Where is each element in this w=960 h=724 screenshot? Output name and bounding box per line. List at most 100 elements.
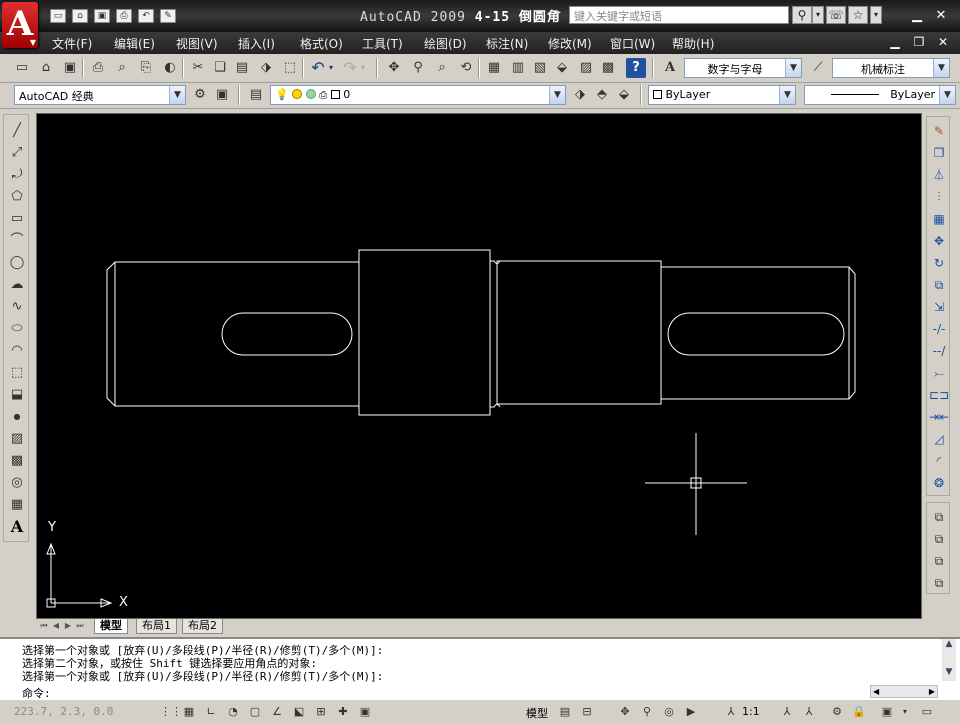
qnew-icon[interactable]: ▭ xyxy=(12,58,32,78)
layer-state-manager-icon[interactable]: ⬙ xyxy=(614,85,634,105)
3d-dwf-icon[interactable]: ◐ xyxy=(160,58,180,78)
command-scrollbar[interactable]: ▲ ▼ xyxy=(942,639,956,681)
zoom-icon[interactable]: ⚲ xyxy=(638,703,656,721)
object-snap-tracking-icon[interactable]: ∠ xyxy=(268,703,286,721)
tab-model[interactable]: 模型 xyxy=(94,619,128,634)
move-icon[interactable]: ✥ xyxy=(929,231,949,251)
multiline-text-icon[interactable]: A xyxy=(7,517,27,537)
join-icon[interactable]: ⇥⇤ xyxy=(929,407,949,427)
search-input[interactable]: 键入关键字或短语 xyxy=(569,6,789,24)
properties-palette-icon[interactable]: ▦ xyxy=(484,58,504,78)
color-control-select[interactable]: ByLayer ▼ xyxy=(648,85,796,105)
menu-modify[interactable]: 修改(M) xyxy=(548,35,592,52)
menu-view[interactable]: 视图(V) xyxy=(176,35,218,52)
rotate-icon[interactable]: ↻ xyxy=(929,253,949,273)
search-dropdown-icon[interactable]: ▾ xyxy=(812,6,824,24)
scroll-up-icon[interactable]: ▲ xyxy=(942,639,956,653)
help-dropdown-icon[interactable]: ▾ xyxy=(870,6,882,24)
save-icon[interactable]: ▣ xyxy=(94,9,110,23)
toolbar-lock-icon[interactable]: 🔒 xyxy=(850,703,868,721)
keyway-slot-right[interactable] xyxy=(667,312,845,356)
tab-layout2[interactable]: 布局2 xyxy=(182,619,223,634)
point-icon[interactable]: ● xyxy=(7,407,27,427)
open-folder-icon[interactable]: ⌂ xyxy=(72,9,88,23)
doc-minimize-button[interactable]: ▁ xyxy=(886,35,904,51)
copy-icon[interactable]: ❏ xyxy=(210,58,230,78)
showmotion-icon[interactable]: ▶ xyxy=(682,703,700,721)
tool-palettes-icon[interactable]: ▧ xyxy=(530,58,550,78)
pan-icon[interactable]: ✥ xyxy=(616,703,634,721)
arc-icon[interactable]: ⌒ xyxy=(7,231,27,251)
array-icon[interactable]: ▦ xyxy=(929,209,949,229)
tab-layout1[interactable]: 布局1 xyxy=(136,619,177,634)
polygon-icon[interactable]: ⬠ xyxy=(7,187,27,207)
shaft-groove[interactable] xyxy=(490,260,501,408)
construction-line-icon[interactable]: ⤢ xyxy=(7,143,27,163)
linetype-control-select[interactable]: ByLayer ▼ xyxy=(804,85,956,105)
menu-help[interactable]: 帮助(H) xyxy=(672,35,714,52)
cursor-coordinates[interactable]: 223.7, 2.3, 0.0 xyxy=(14,705,113,718)
menu-insert[interactable]: 插入(I) xyxy=(238,35,275,52)
menu-file[interactable]: 文件(F) xyxy=(52,35,92,52)
redo-icon[interactable]: ↷ xyxy=(340,58,360,78)
print-icon[interactable]: ⎙ xyxy=(116,9,132,23)
plot-icon[interactable]: ⎙ xyxy=(88,58,108,78)
quick-properties-icon[interactable]: ▣ xyxy=(356,703,374,721)
shaft-left-segment[interactable] xyxy=(106,261,360,407)
copy-object-icon[interactable]: ❐ xyxy=(929,143,949,163)
lineweight-icon[interactable]: ✚ xyxy=(334,703,352,721)
cut-icon[interactable]: ✂ xyxy=(188,58,208,78)
snap-mode-icon[interactable]: ⋮⋮ xyxy=(160,703,182,721)
open-icon[interactable]: ⌂ xyxy=(36,58,56,78)
insert-block-icon[interactable]: ⬚ xyxy=(7,363,27,383)
favorites-star-icon[interactable]: ☆ xyxy=(848,6,868,24)
object-snap-icon[interactable]: ▢ xyxy=(246,703,264,721)
quickcalc-icon[interactable]: ▩ xyxy=(598,58,618,78)
auto-scale-icon[interactable]: ⅄ xyxy=(800,703,818,721)
make-object-layer-current-icon[interactable]: ⬗ xyxy=(570,85,590,105)
hardware-acceleration-icon[interactable]: ▣ xyxy=(878,703,896,721)
workspace-switching-icon[interactable]: ⚙ xyxy=(828,703,846,721)
zoom-realtime-icon[interactable]: ⚲ xyxy=(408,58,428,78)
design-center-icon[interactable]: ▥ xyxy=(508,58,528,78)
scroll-left-icon[interactable]: ◀ xyxy=(873,687,879,696)
application-menu-button[interactable]: A ▼ xyxy=(2,2,38,48)
bring-to-front-icon[interactable]: ⧉ xyxy=(929,507,949,527)
break-icon[interactable]: ⊏⊐ xyxy=(929,385,949,405)
expand-arrow-icon[interactable]: ▸ xyxy=(556,7,561,18)
tab-first-icon[interactable]: ⏮ xyxy=(38,620,50,632)
layer-previous-icon[interactable]: ⬘ xyxy=(592,85,612,105)
text-style-select[interactable]: 数字与字母 ▼ xyxy=(684,58,802,78)
annotation-visibility-icon[interactable]: ⅄ xyxy=(778,703,796,721)
dynamic-input-icon[interactable]: ⊞ xyxy=(312,703,330,721)
ortho-mode-icon[interactable]: ∟ xyxy=(202,703,220,721)
layer-properties-icon[interactable]: ▤ xyxy=(246,85,266,105)
block-editor-icon[interactable]: ⬚ xyxy=(280,58,300,78)
workspace-select[interactable]: AutoCAD 经典 ▼ xyxy=(14,85,186,105)
publish-icon[interactable]: ⎘ xyxy=(136,58,156,78)
menu-edit[interactable]: 编辑(E) xyxy=(114,35,155,52)
annotation-scale-value[interactable]: 1:1 xyxy=(742,705,760,718)
quick-view-drawings-icon[interactable]: ⊟ xyxy=(578,703,596,721)
extend-icon[interactable]: --/ xyxy=(929,341,949,361)
doc-restore-button[interactable]: ❐ xyxy=(910,35,928,51)
hatch-icon[interactable]: ▨ xyxy=(7,429,27,449)
workspace-save-icon[interactable]: ▣ xyxy=(212,85,232,105)
model-space-label[interactable]: 模型 xyxy=(526,705,548,721)
undo-icon[interactable]: ↶ xyxy=(138,9,154,23)
line-icon[interactable]: ╱ xyxy=(7,121,27,141)
rectangle-icon[interactable]: ▭ xyxy=(7,209,27,229)
scroll-right-icon[interactable]: ▶ xyxy=(929,687,935,696)
properties-icon[interactable]: ✎ xyxy=(160,9,176,23)
plot-preview-icon[interactable]: ⌕ xyxy=(112,58,132,78)
break-at-point-icon[interactable]: ⤚ xyxy=(929,363,949,383)
ellipse-icon[interactable]: ⬭ xyxy=(7,319,27,339)
gradient-icon[interactable]: ▩ xyxy=(7,451,27,471)
tab-last-icon[interactable]: ⏭ xyxy=(74,620,86,632)
markup-set-manager-icon[interactable]: ▨ xyxy=(576,58,596,78)
send-under-objects-icon[interactable]: ⧉ xyxy=(929,573,949,593)
undo-icon[interactable]: ↶ xyxy=(308,58,328,78)
stretch-icon[interactable]: ⇲ xyxy=(929,297,949,317)
menu-draw[interactable]: 绘图(D) xyxy=(424,35,467,52)
clean-screen-icon[interactable]: ▭ xyxy=(918,703,936,721)
